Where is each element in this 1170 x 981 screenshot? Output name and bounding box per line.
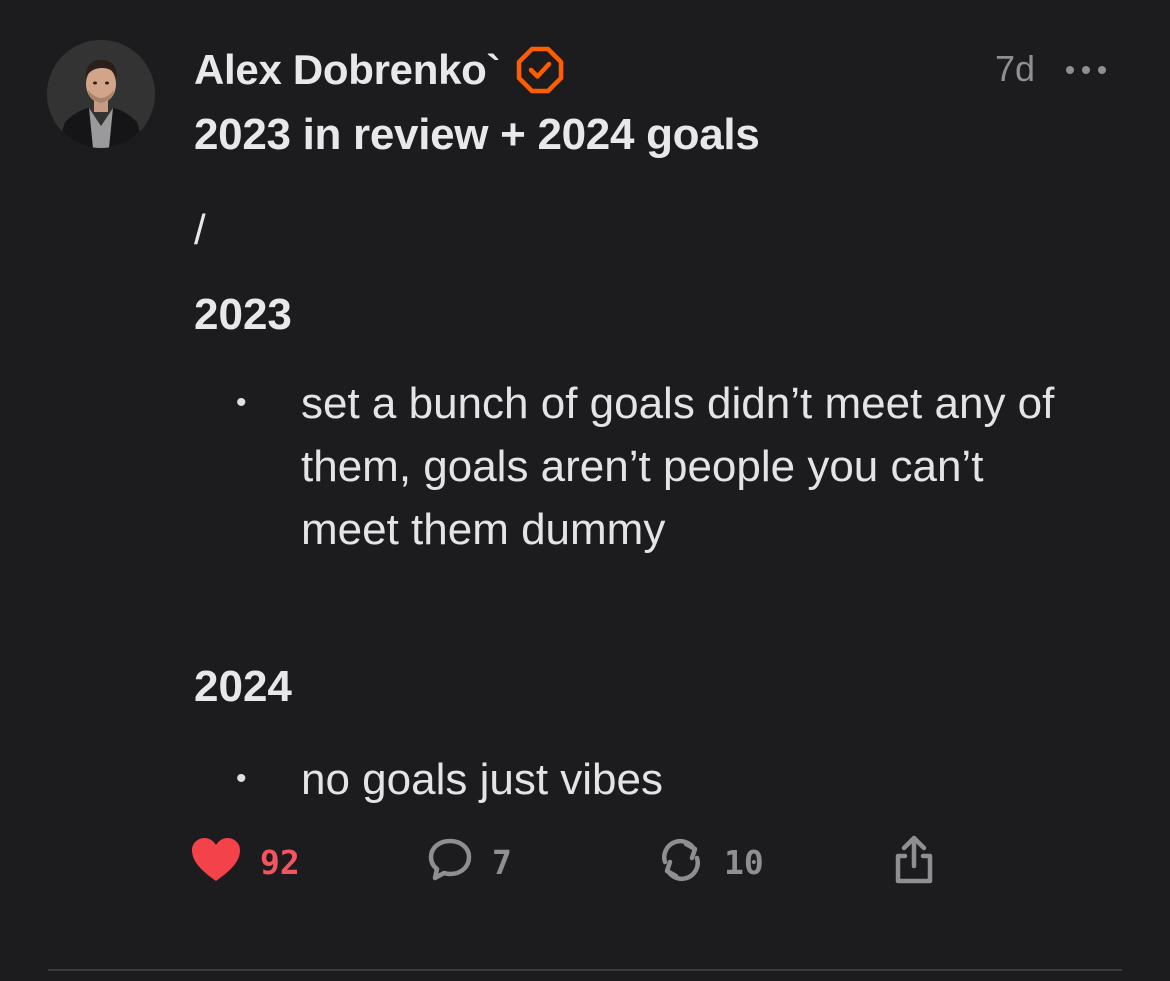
like-button[interactable]: 92 — [190, 834, 300, 890]
more-options-icon[interactable] — [1064, 62, 1108, 78]
list-item: no goals just vibes — [301, 755, 663, 804]
verified-badge-icon — [516, 46, 564, 94]
section-heading-2023: 2023 — [194, 290, 292, 339]
author-name[interactable]: Alex Dobrenko` — [194, 46, 500, 94]
share-button[interactable] — [890, 834, 938, 890]
share-icon — [890, 834, 938, 891]
repost-count: 10 — [724, 842, 764, 882]
post-separator: / — [194, 206, 206, 253]
repost-button[interactable]: 10 — [656, 834, 764, 890]
bullet-dot-icon: • — [236, 386, 247, 419]
heart-icon — [190, 836, 242, 889]
post-divider — [48, 969, 1122, 971]
repost-icon — [656, 836, 706, 889]
comment-icon — [426, 836, 474, 889]
bullet-dot-icon: • — [236, 762, 247, 795]
section-heading-2024: 2024 — [194, 662, 292, 711]
author-row: Alex Dobrenko` — [194, 42, 564, 98]
like-count: 92 — [260, 842, 300, 882]
reply-button[interactable]: 7 — [426, 834, 512, 890]
reply-count: 7 — [492, 842, 512, 882]
post-card: Alex Dobrenko` 7d 2023 in review + 2024 … — [0, 0, 1170, 981]
post-title: 2023 in review + 2024 goals — [194, 110, 760, 159]
post-timestamp: 7d — [994, 48, 1035, 89]
avatar[interactable] — [47, 40, 155, 148]
list-item: set a bunch of goals didn’t meet any of … — [301, 379, 1055, 554]
